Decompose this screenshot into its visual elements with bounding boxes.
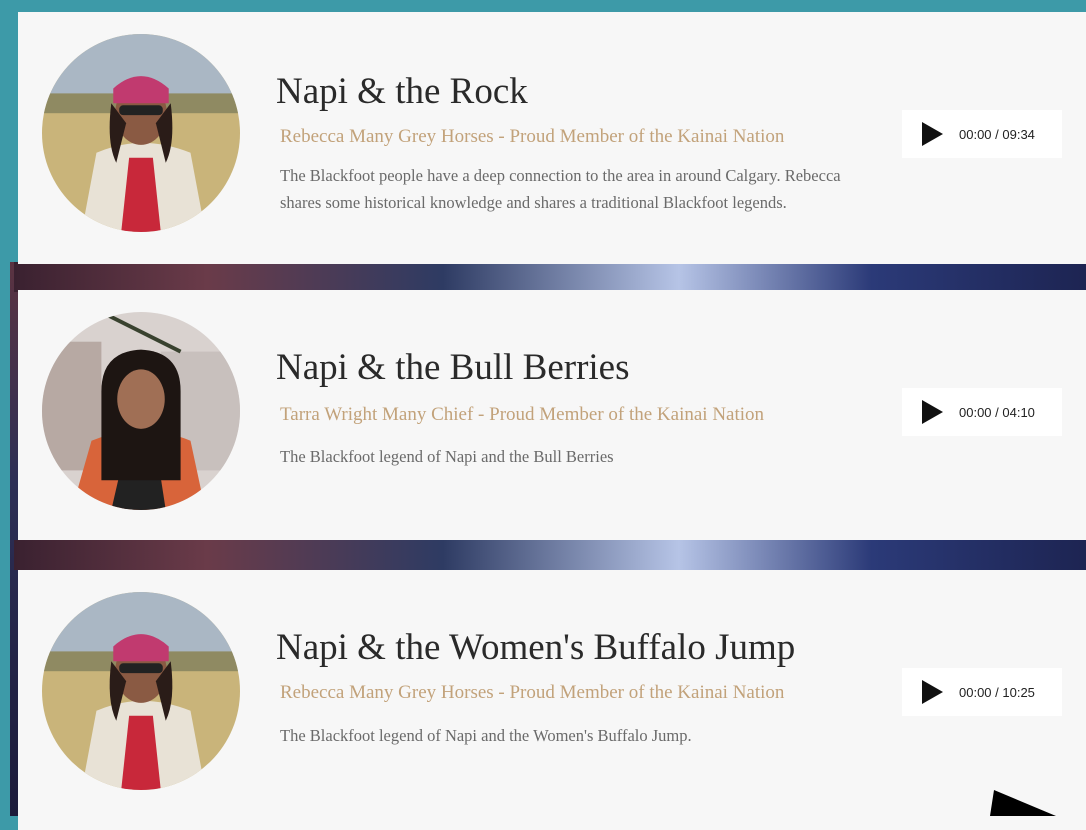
portrait-image <box>42 312 240 510</box>
avatar-tarra <box>42 312 240 510</box>
audio-player: 00:00 / 04:10 <box>902 388 1062 436</box>
story-author: Tarra Wright Many Chief - Proud Member o… <box>280 404 765 425</box>
play-icon[interactable] <box>920 399 944 425</box>
avatar-rebecca <box>42 34 240 232</box>
story-card-napi-rock: Napi & the Rock Rebecca Many Grey Horses… <box>18 12 1086 264</box>
audio-time: 00:00 / 04:10 <box>959 404 1035 420</box>
audio-player: 00:00 / 10:25 <box>902 668 1062 716</box>
story-card-napi-bull-berries: Napi & the Bull Berries Tarra Wright Man… <box>18 290 1086 540</box>
audio-time: 00:00 / 10:25 <box>959 684 1035 700</box>
background-strip <box>14 540 1086 570</box>
portrait-image <box>42 34 240 232</box>
background-strip <box>14 262 1086 292</box>
story-description: The Blackfoot people have a deep connect… <box>280 166 841 212</box>
play-icon[interactable] <box>920 679 944 705</box>
story-description: The Blackfoot legend of Napi and the Wom… <box>280 726 692 745</box>
story-author: Rebecca Many Grey Horses - Proud Member … <box>280 682 785 703</box>
mouse-cursor-icon <box>990 790 1056 816</box>
story-card-napi-buffalo-jump: Napi & the Women's Buffalo Jump Rebecca … <box>18 570 1086 830</box>
play-icon[interactable] <box>920 121 944 147</box>
story-author: Rebecca Many Grey Horses - Proud Member … <box>280 126 785 147</box>
story-title: Napi & the Bull Berries <box>276 347 630 388</box>
story-title: Napi & the Women's Buffalo Jump <box>276 627 796 668</box>
avatar-rebecca <box>42 592 240 790</box>
story-title: Napi & the Rock <box>276 71 528 112</box>
audio-time: 00:00 / 09:34 <box>959 126 1035 142</box>
story-description: The Blackfoot legend of Napi and the Bul… <box>280 447 614 466</box>
audio-player: 00:00 / 09:34 <box>902 110 1062 158</box>
portrait-image <box>42 592 240 790</box>
page-frame-left-dark <box>10 262 18 816</box>
